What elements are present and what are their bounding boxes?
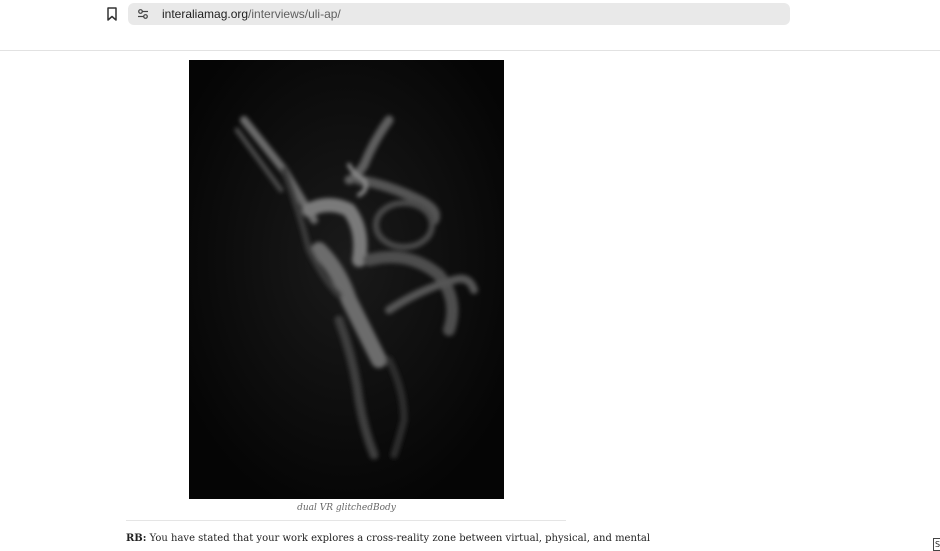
image-caption: dual VR glitchedBody [297,503,396,513]
address-bar[interactable]: interaliamag.org/interviews/uli-ap/ [128,3,790,25]
bookmark-icon[interactable] [104,6,120,22]
artwork-image [189,60,504,499]
browser-toolbar: interaliamag.org/interviews/uli-ap/ [0,0,940,51]
article-paragraph: RB: You have stated that your work explo… [126,533,650,544]
speaker-label: RB: [126,533,147,544]
caption-divider [126,520,566,521]
url-domain: interaliamag.org [162,7,249,21]
paragraph-text: You have stated that your work explores … [149,533,651,544]
url-text: interaliamag.org/interviews/uli-ap/ [162,7,341,21]
url-path: /interviews/uli-ap/ [248,7,341,21]
tune-icon[interactable] [136,7,150,21]
corner-widget[interactable]: S [933,538,940,551]
